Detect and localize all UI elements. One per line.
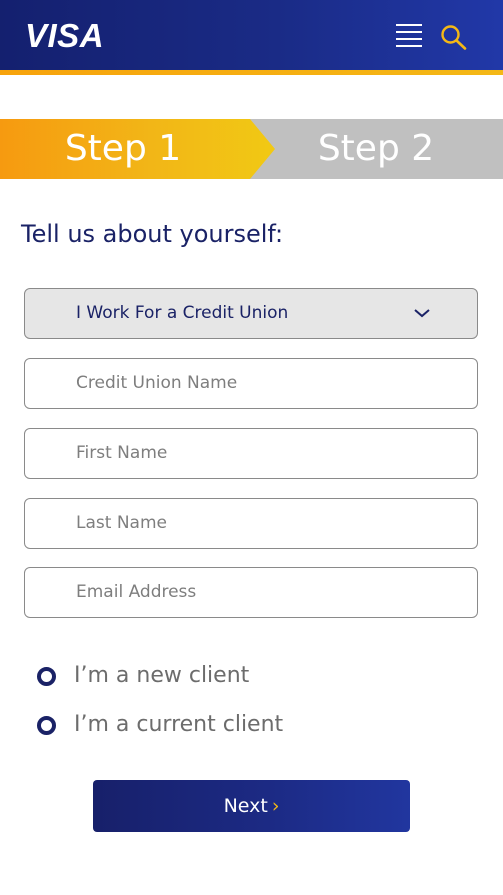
form-heading: Tell us about yourself: [21,220,284,248]
search-icon[interactable] [440,24,468,50]
radio-circle-icon[interactable] [37,716,56,735]
org-type-selected-value: I Work For a Credit Union [76,303,289,323]
chevron-down-icon [414,309,430,318]
app-header: VISA [0,0,503,70]
hamburger-menu-icon[interactable] [396,24,422,47]
new-client-label: I’m a new client [74,663,250,688]
current-client-label: I’m a current client [74,712,284,737]
org-type-select[interactable]: I Work For a Credit Union [24,288,478,339]
first-name-field[interactable]: First Name [24,428,478,479]
visa-logo[interactable]: VISA [25,16,104,56]
last-name-placeholder: Last Name [76,513,167,533]
next-button[interactable]: Next › [93,780,410,832]
step-2-label: Step 2 [317,128,435,169]
header-accent-stripe [0,70,503,75]
email-placeholder: Email Address [76,582,197,602]
step-1-label: Step 1 [64,128,182,169]
step-1-segment: Step 1 [0,119,275,179]
last-name-field[interactable]: Last Name [24,498,478,549]
email-field[interactable]: Email Address [24,567,478,618]
next-button-label: Next [223,795,268,817]
chevron-right-icon: › [271,795,280,817]
credit-union-name-placeholder: Credit Union Name [76,373,238,393]
first-name-placeholder: First Name [76,443,168,463]
radio-circle-icon[interactable] [37,667,56,686]
credit-union-name-field[interactable]: Credit Union Name [24,358,478,409]
step-indicator: Step 2 Step 1 [0,119,503,179]
